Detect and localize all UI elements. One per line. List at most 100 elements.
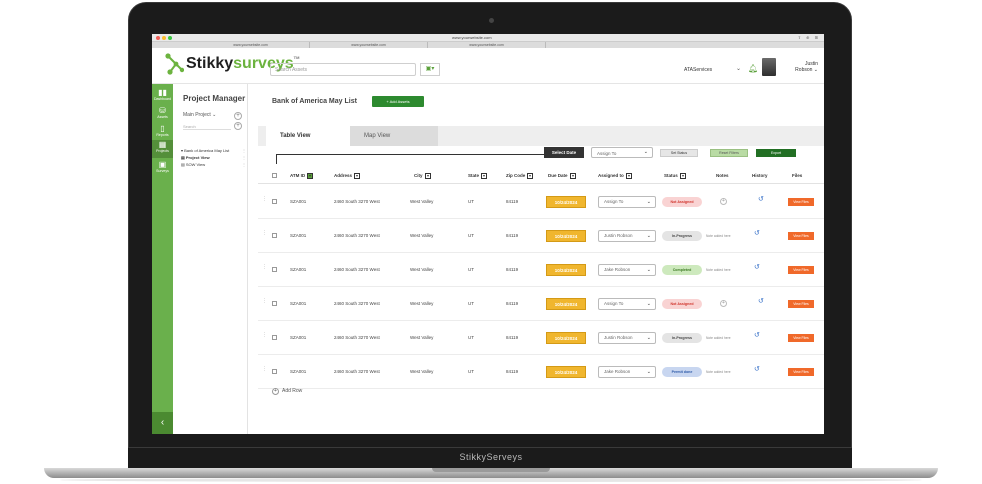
add-note-icon[interactable]: + bbox=[720, 300, 727, 307]
filter-icon[interactable] bbox=[307, 172, 314, 179]
rail-item-projects[interactable]: ▦ Projects bbox=[152, 140, 173, 158]
assign-dropdown[interactable]: Jake Robson ⌄ bbox=[598, 366, 656, 378]
view-files-button[interactable]: View Files bbox=[788, 232, 814, 240]
export-button[interactable]: Export bbox=[756, 149, 796, 157]
drag-handle-icon[interactable]: ⋮ bbox=[262, 367, 267, 372]
table-row[interactable]: ⋮ SZA001 2460 South 3270 West West Valley UT… bbox=[258, 321, 824, 355]
user-name[interactable]: Justin Robson ⌄ bbox=[788, 61, 818, 73]
tab-table-view[interactable]: Table View bbox=[266, 126, 350, 146]
avatar[interactable] bbox=[762, 58, 776, 76]
select-all-checkbox[interactable] bbox=[272, 173, 277, 178]
tree-root[interactable]: ▾ Bank of America May List bbox=[181, 148, 229, 153]
header-address[interactable]: Address bbox=[334, 168, 361, 184]
table-row[interactable]: ⋮ SZA001 2460 South 3270 West West Valley UT… bbox=[258, 253, 824, 287]
filter-icon[interactable] bbox=[527, 172, 534, 179]
note-text[interactable]: Note added here bbox=[706, 219, 731, 253]
rail-item-dashboard[interactable]: ▮▮ Dashboard bbox=[152, 88, 173, 101]
assign-dropdown[interactable]: Assign To ⌄ bbox=[598, 196, 656, 208]
rail-item-reports[interactable]: ▯ Reports bbox=[152, 124, 173, 137]
project-search-input[interactable]: Search bbox=[183, 124, 231, 130]
note-text[interactable]: Note added here bbox=[706, 253, 731, 287]
tree-item-project-view[interactable]: ▤ Project View bbox=[181, 155, 210, 160]
table-row[interactable]: ⋮ SZA001 2460 South 3270 West West Valley UT… bbox=[258, 185, 824, 219]
status-badge[interactable]: Not Assigned bbox=[662, 299, 702, 309]
due-date-badge[interactable]: 10/24/2024 bbox=[546, 230, 586, 242]
address-bar[interactable]: www.yourwebsite.com bbox=[452, 35, 492, 40]
rail-item-surveys[interactable]: ▣ Surveys bbox=[152, 160, 173, 173]
kebab-menu-icon[interactable]: ⋮ bbox=[242, 148, 246, 153]
due-date-badge[interactable]: 10/24/2024 bbox=[546, 298, 586, 310]
row-checkbox[interactable] bbox=[272, 335, 277, 340]
close-window-icon[interactable] bbox=[156, 36, 160, 40]
add-folder-icon[interactable]: + bbox=[234, 122, 242, 130]
assign-dropdown[interactable]: Justin Robson ⌄ bbox=[598, 332, 656, 344]
drag-handle-icon[interactable]: ⋮ bbox=[262, 299, 267, 304]
main-project-select[interactable]: Main Project ⌄ bbox=[183, 112, 216, 118]
add-project-icon[interactable]: + bbox=[234, 112, 242, 120]
header-assigned-to[interactable]: Assigned to bbox=[598, 168, 632, 184]
view-files-button[interactable]: View Files bbox=[788, 266, 814, 274]
tab-map-view[interactable]: Map View bbox=[350, 126, 438, 146]
header-status[interactable]: Status bbox=[664, 168, 686, 184]
history-icon[interactable]: ↺ bbox=[758, 195, 764, 203]
status-badge[interactable]: Permit done bbox=[662, 367, 702, 377]
row-checkbox[interactable] bbox=[272, 199, 277, 204]
note-text[interactable]: Note added here bbox=[706, 355, 731, 389]
row-checkbox[interactable] bbox=[272, 233, 277, 238]
assign-dropdown[interactable]: Assign To ⌄ bbox=[598, 298, 656, 310]
filter-icon[interactable] bbox=[354, 172, 361, 179]
drag-handle-icon[interactable]: ⋮ bbox=[262, 265, 267, 270]
collapse-arrow-icon[interactable]: ‹ bbox=[152, 412, 173, 434]
status-badge[interactable]: Completed bbox=[662, 265, 702, 275]
bell-icon[interactable]: 🔔︎ bbox=[748, 64, 758, 73]
filter-icon[interactable] bbox=[424, 172, 431, 179]
history-icon[interactable]: ↺ bbox=[754, 365, 760, 373]
search-input[interactable]: Search Assets bbox=[270, 63, 416, 76]
add-row-button[interactable]: + Add Row bbox=[272, 388, 302, 395]
view-files-button[interactable]: View Files bbox=[788, 334, 814, 342]
header-city[interactable]: City bbox=[414, 168, 431, 184]
drag-handle-icon[interactable]: ⋮ bbox=[262, 231, 267, 236]
header-atm-id[interactable]: ATM ID bbox=[290, 168, 314, 184]
status-badge[interactable]: Not Assigned bbox=[662, 197, 702, 207]
due-date-badge[interactable]: 10/24/2024 bbox=[546, 264, 586, 276]
assign-dropdown[interactable]: Justin Robson ⌄ bbox=[598, 230, 656, 242]
history-icon[interactable]: ↺ bbox=[754, 263, 760, 271]
drag-handle-icon[interactable]: ⋮ bbox=[262, 333, 267, 338]
assign-dropdown[interactable]: Jake Robson ⌄ bbox=[598, 264, 656, 276]
maximize-window-icon[interactable] bbox=[168, 36, 172, 40]
history-icon[interactable]: ↺ bbox=[758, 297, 764, 305]
kebab-menu-icon[interactable]: ⋮ bbox=[242, 162, 246, 167]
header-due-date[interactable]: Due Date bbox=[548, 168, 576, 184]
due-date-badge[interactable]: 10/24/2024 bbox=[546, 366, 586, 378]
filter-icon[interactable] bbox=[481, 172, 488, 179]
row-checkbox[interactable] bbox=[272, 369, 277, 374]
select-date-button[interactable]: Select Date bbox=[544, 147, 584, 158]
row-checkbox[interactable] bbox=[272, 301, 277, 306]
minimize-window-icon[interactable] bbox=[162, 36, 166, 40]
set-status-button[interactable]: Set Status bbox=[660, 149, 698, 157]
filter-icon[interactable] bbox=[625, 172, 632, 179]
note-text[interactable]: Note added here bbox=[706, 321, 731, 355]
tree-item-sow-view[interactable]: ▤ SOW View bbox=[181, 162, 205, 167]
header-zip-code[interactable]: Zip Code bbox=[506, 168, 534, 184]
table-row[interactable]: ⋮ SZA001 2460 South 3270 West West Valley UT… bbox=[258, 355, 824, 389]
filter-icon[interactable] bbox=[679, 172, 686, 179]
chevron-down-icon[interactable]: ⌄ bbox=[736, 65, 741, 72]
reset-filters-button[interactable]: Reset Filters bbox=[710, 149, 748, 157]
rail-item-assets[interactable]: ⛁ Assets bbox=[152, 106, 173, 119]
due-date-badge[interactable]: 10/24/2024 bbox=[546, 196, 586, 208]
due-date-badge[interactable]: 10/24/2024 bbox=[546, 332, 586, 344]
filter-icon[interactable] bbox=[569, 172, 576, 179]
status-badge[interactable]: In-Progress bbox=[662, 231, 702, 241]
kebab-menu-icon[interactable]: ⋮ bbox=[242, 155, 246, 160]
assign-to-dropdown[interactable]: Assign To ⌄ bbox=[591, 147, 653, 158]
asset-filter-dropdown[interactable]: ▣▾ bbox=[420, 63, 440, 76]
view-files-button[interactable]: View Files bbox=[788, 368, 814, 376]
status-badge[interactable]: In-Progress bbox=[662, 333, 702, 343]
add-assets-button[interactable]: + Add Assets bbox=[372, 96, 424, 107]
view-files-button[interactable]: View Files bbox=[788, 300, 814, 308]
add-note-icon[interactable]: + bbox=[720, 198, 727, 205]
drag-handle-icon[interactable]: ⋮ bbox=[262, 197, 267, 202]
browser-action-icons[interactable]: ⇪ ⊕ ⊞ bbox=[798, 35, 820, 40]
